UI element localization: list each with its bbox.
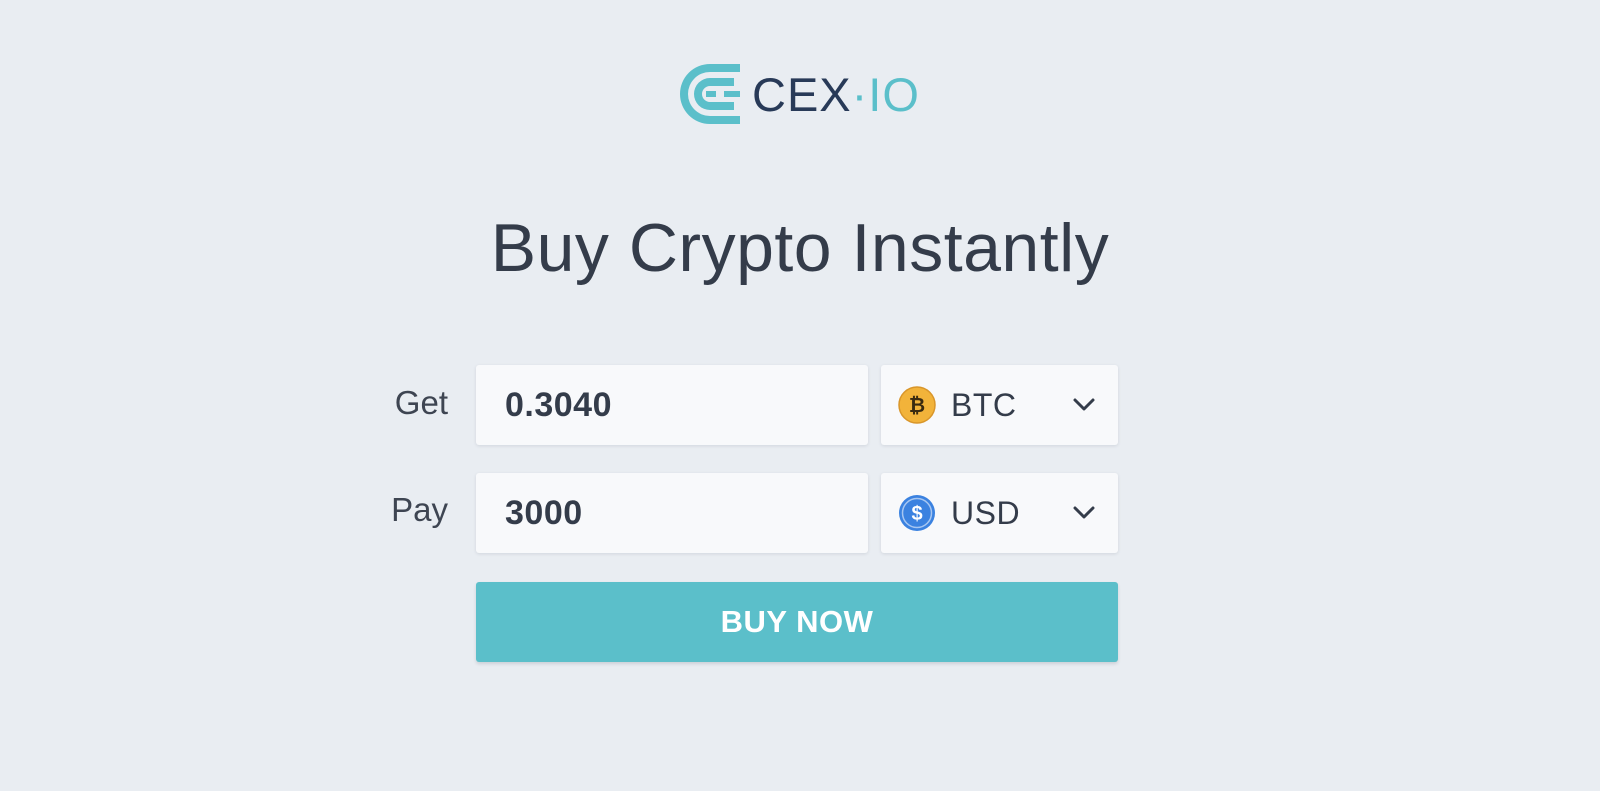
pay-currency-code: USD [951,494,1021,531]
page-title: Buy Crypto Instantly [490,210,1110,286]
get-currency-select[interactable]: ₿ BTC [881,365,1118,445]
logo-text-dot: · [851,67,869,121]
svg-text:₿: ₿ [909,395,925,417]
buy-now-button[interactable]: BUY NOW [476,582,1118,662]
chevron-down-icon [1073,398,1095,411]
pay-amount-value: 3000 [505,493,583,532]
get-currency-code: BTC [951,386,1017,423]
logo-text-cex: CEX [752,67,852,121]
get-amount-value: 0.3040 [505,385,612,424]
svg-text:$: $ [911,503,922,525]
pay-amount-input[interactable]: 3000 [476,473,868,553]
cex-logo-icon [680,64,740,124]
logo-wordmark: CEX·IO [752,71,920,118]
cex-io-logo[interactable]: CEX·IO [676,58,919,130]
chevron-down-icon [1073,506,1095,519]
logo-text-io: IO [868,67,920,121]
buy-crypto-page: CEX·IO Buy Crypto Instantly Get 0.3040 ₿… [0,0,1600,791]
get-label: Get [394,384,448,421]
pay-currency-select[interactable]: $ USD [881,473,1118,553]
pay-label: Pay [391,491,448,528]
get-amount-input[interactable]: 0.3040 [476,365,868,445]
dollar-icon: $ [898,494,936,532]
bitcoin-icon: ₿ [898,386,936,424]
